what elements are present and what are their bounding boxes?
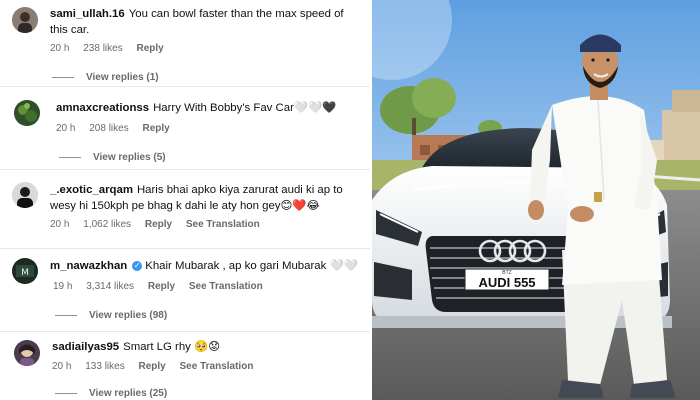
comment-text: m_nawazkhan ✓ Khair Mubarak , ap ko gari M… [50, 258, 364, 274]
car-photo-illustration: BTZ AUDI 555 [372, 0, 700, 400]
comment-likes[interactable]: 1,062 likes [83, 219, 131, 230]
replies-divider-line [52, 76, 74, 78]
reply-button[interactable]: Reply [139, 361, 166, 372]
avatar[interactable] [14, 340, 40, 366]
comment-item: amnaxcreationss Harry With Bobby's Fav Ca… [0, 87, 370, 167]
comment-text: sami_ullah.16 You can bowl faster than th… [50, 6, 362, 38]
comment-item: M m_nawazkhan ✓ Khair Mubarak , ap ko gari… [0, 249, 370, 329]
comment-username[interactable]: sadiailyas95 [52, 341, 119, 353]
reply-button[interactable]: Reply [148, 281, 175, 292]
comment-body: Harry With Bobby's Fav Car🤍🤍🖤 [153, 102, 337, 114]
comment-likes[interactable]: 238 likes [83, 43, 122, 54]
comment-username[interactable]: _.exotic_arqam [50, 184, 133, 196]
comment-body: Smart LG rhy 🥺😟 [123, 341, 221, 353]
comments-panel: sami_ullah.16 You can bowl faster than th… [0, 0, 370, 400]
comment-time: 19 h [53, 281, 73, 292]
comment-item: sami_ullah.16 You can bowl faster than th… [0, 0, 370, 86]
comment-likes[interactable]: 133 likes [85, 361, 124, 372]
comment-meta: 20 h 238 likes Reply [50, 43, 175, 54]
avatar[interactable]: M [12, 258, 38, 284]
post-photo: BTZ AUDI 555 [372, 0, 700, 400]
plate-text: AUDI 555 [478, 275, 535, 290]
see-translation-button[interactable]: See Translation [180, 361, 254, 372]
see-translation-button[interactable]: See Translation [186, 219, 260, 230]
verified-badge-icon: ✓ [132, 261, 143, 271]
replies-divider-line [59, 156, 81, 158]
comment-username[interactable]: m_nawazkhan [50, 260, 127, 272]
view-replies-button[interactable]: View replies (98) [55, 310, 167, 321]
replies-divider-line [55, 392, 77, 394]
reply-button[interactable]: Reply [143, 123, 170, 134]
svg-text:M: M [21, 268, 29, 278]
comment-text: sadiailyas95 Smart LG rhy 🥺😟 [52, 339, 364, 355]
replies-divider-line [55, 314, 77, 316]
comment-text: _.exotic_arqam Haris bhai apko kiya zarur… [50, 182, 364, 214]
comment-time: 20 h [56, 123, 76, 134]
view-replies-label: View replies (98) [89, 310, 168, 321]
comment-meta: 19 h 3,314 likes Reply See Translation [53, 281, 274, 292]
comment-text: amnaxcreationss Harry With Bobby's Fav Ca… [56, 100, 362, 116]
avatar[interactable] [12, 7, 38, 33]
avatar[interactable] [14, 100, 40, 126]
comment-item: _.exotic_arqam Haris bhai apko kiya zarur… [0, 170, 370, 247]
comment-meta: 20 h 133 likes Reply See Translation [52, 361, 264, 372]
comment-likes[interactable]: 3,314 likes [86, 281, 134, 292]
avatar[interactable] [12, 182, 38, 208]
comment-username[interactable]: amnaxcreationss [56, 102, 149, 114]
view-replies-button[interactable]: View replies (5) [59, 152, 166, 163]
view-replies-label: View replies (25) [89, 388, 168, 399]
comment-body: Khair Mubarak , ap ko gari Mubarak 🤍🤍 [145, 260, 358, 272]
reply-button[interactable]: Reply [145, 219, 172, 230]
comment-time: 20 h [50, 219, 70, 230]
see-translation-button[interactable]: See Translation [189, 281, 263, 292]
view-replies-button[interactable]: View replies (1) [52, 72, 159, 83]
view-replies-label: View replies (5) [93, 152, 166, 163]
reply-button[interactable]: Reply [137, 43, 164, 54]
comment-likes[interactable]: 208 likes [89, 123, 128, 134]
comment-meta: 20 h 1,062 likes Reply See Translation [50, 219, 271, 230]
comment-username[interactable]: sami_ullah.16 [50, 8, 125, 20]
comment-meta: 20 h 208 likes Reply [56, 123, 181, 134]
view-replies-button[interactable]: View replies (25) [55, 388, 167, 399]
comment-item: sadiailyas95 Smart LG rhy 🥺😟 20 h 133 lik… [0, 332, 370, 400]
comment-time: 20 h [50, 43, 70, 54]
view-replies-label: View replies (1) [86, 72, 159, 83]
comment-time: 20 h [52, 361, 72, 372]
